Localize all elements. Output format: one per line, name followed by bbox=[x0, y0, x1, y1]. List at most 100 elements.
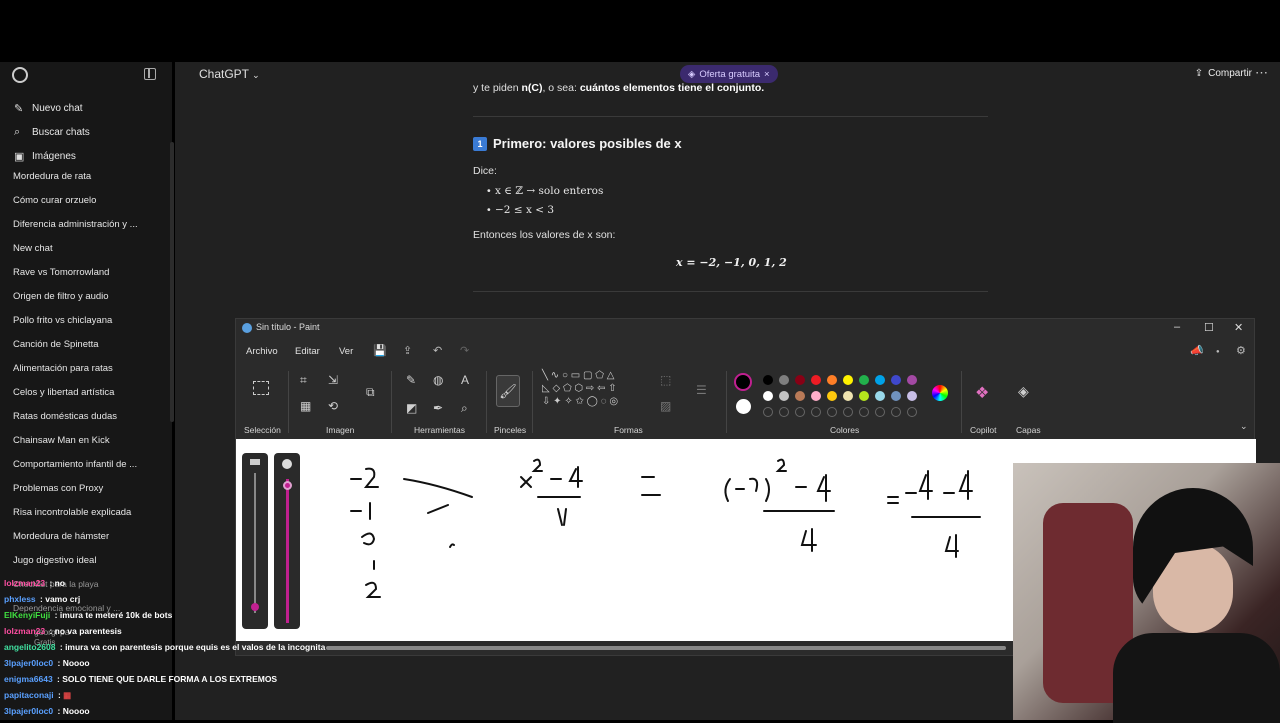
chat-history-item[interactable]: Celos y libertad artística bbox=[13, 387, 168, 398]
color-picker-icon[interactable]: ✒ bbox=[433, 401, 443, 415]
redo-icon[interactable]: ↷ bbox=[460, 344, 469, 357]
copilot-icon[interactable]: ❖ bbox=[975, 383, 989, 403]
color-swatch[interactable] bbox=[907, 375, 917, 385]
pencil-icon[interactable]: ✎ bbox=[406, 373, 416, 387]
crop-icon[interactable]: ⌗ bbox=[300, 373, 307, 388]
chat-history-item[interactable]: Canción de Spinetta bbox=[13, 339, 168, 350]
brush-icon[interactable]: 🖌 bbox=[496, 375, 520, 407]
sidebar-toggle-icon[interactable] bbox=[144, 68, 156, 80]
announce-icon[interactable]: 📣 bbox=[1190, 344, 1204, 357]
color-swatch[interactable] bbox=[827, 391, 837, 401]
color-swatch[interactable] bbox=[827, 375, 837, 385]
outline-icon[interactable]: ⬚ bbox=[660, 373, 671, 387]
chat-username[interactable]: 3lpajer0loc0 bbox=[4, 658, 53, 668]
color-swatch[interactable] bbox=[779, 391, 789, 401]
custom-color-slot[interactable] bbox=[891, 407, 901, 417]
color-swatch[interactable] bbox=[763, 375, 773, 385]
menu-ver[interactable]: Ver bbox=[339, 346, 353, 357]
minimize-icon[interactable]: – bbox=[1174, 321, 1180, 333]
chat-history-item[interactable]: Mordedura de hámster bbox=[13, 531, 168, 542]
color-swatch[interactable] bbox=[891, 391, 901, 401]
sidebar-scrollbar[interactable] bbox=[170, 142, 174, 422]
chat-username[interactable]: papitaconaji bbox=[4, 690, 54, 700]
select-tool-icon[interactable]: ▦ bbox=[300, 399, 311, 413]
chat-history-item[interactable]: Cómo curar orzuelo bbox=[13, 195, 168, 206]
maximize-icon[interactable]: ☐ bbox=[1204, 321, 1214, 334]
rotate-icon[interactable]: ⟲ bbox=[328, 399, 338, 413]
custom-color-slot[interactable] bbox=[875, 407, 885, 417]
chat-username[interactable]: phxless bbox=[4, 594, 36, 604]
chat-history-item[interactable]: Problemas con Proxy bbox=[13, 483, 168, 494]
close-icon[interactable]: ✕ bbox=[1234, 321, 1243, 334]
color-swatch[interactable] bbox=[907, 391, 917, 401]
secondary-color-swatch[interactable] bbox=[736, 399, 751, 414]
chat-history-item[interactable]: Risa incontrolable explicada bbox=[13, 507, 168, 518]
settings-icon[interactable]: ⚙ bbox=[1236, 344, 1246, 357]
custom-color-slot[interactable] bbox=[811, 407, 821, 417]
chat-username[interactable]: angelito2608 bbox=[4, 642, 56, 652]
menu-editar[interactable]: Editar bbox=[295, 346, 320, 357]
chat-history-item[interactable]: Jugo digestivo ideal bbox=[13, 555, 168, 566]
chat-history-item[interactable]: Comportamiento infantil de ... bbox=[13, 459, 168, 470]
chat-history-item[interactable]: Rave vs Tomorrowland bbox=[13, 267, 168, 278]
custom-color-slot[interactable] bbox=[907, 407, 917, 417]
color-swatch[interactable] bbox=[779, 375, 789, 385]
chat-history-item[interactable]: Alimentación para ratas bbox=[13, 363, 168, 374]
chat-history-item[interactable]: Diferencia administración y ... bbox=[13, 219, 168, 230]
selection-icon[interactable] bbox=[253, 381, 269, 395]
share-button[interactable]: ⇪ Compartir bbox=[1195, 68, 1252, 79]
share-icon[interactable]: ⇪ bbox=[403, 344, 412, 357]
model-selector[interactable]: ChatGPT ⌄ bbox=[199, 67, 260, 81]
custom-color-slot[interactable] bbox=[859, 407, 869, 417]
chat-history-item[interactable]: Origen de filtro y audio bbox=[13, 291, 168, 302]
chat-username[interactable]: enigma6643 bbox=[4, 674, 53, 684]
undo-icon[interactable]: ↶ bbox=[433, 344, 442, 357]
color-swatch[interactable] bbox=[859, 391, 869, 401]
custom-color-slot[interactable] bbox=[763, 407, 773, 417]
magnifier-icon[interactable]: ⌕ bbox=[461, 401, 468, 416]
color-swatch[interactable] bbox=[859, 375, 869, 385]
more-options-icon[interactable]: ⋯ bbox=[1255, 65, 1268, 81]
custom-color-slot[interactable] bbox=[843, 407, 853, 417]
layers-icon[interactable]: ◈ bbox=[1018, 383, 1029, 400]
new-chat-button[interactable]: ✎ Nuevo chat bbox=[14, 100, 83, 116]
color-swatch[interactable] bbox=[795, 375, 805, 385]
color-swatch[interactable] bbox=[811, 375, 821, 385]
fill-icon[interactable]: ◍ bbox=[433, 373, 443, 387]
text-icon[interactable]: A bbox=[461, 373, 469, 387]
chat-history-item[interactable]: Pollo frito vs chiclayana bbox=[13, 315, 168, 326]
search-chats-button[interactable]: ⌕ Buscar chats bbox=[14, 124, 90, 140]
color-swatch[interactable] bbox=[891, 375, 901, 385]
chat-history-item[interactable]: Ratas domésticas dudas bbox=[13, 411, 168, 422]
images-button[interactable]: ▣ Imágenes bbox=[14, 148, 76, 164]
color-swatch[interactable] bbox=[875, 391, 885, 401]
color-swatch[interactable] bbox=[843, 375, 853, 385]
image-search-icon[interactable]: ⧉ bbox=[366, 385, 375, 400]
account-icon[interactable]: ● bbox=[1216, 349, 1220, 355]
shape-fill-icon[interactable]: ▨ bbox=[660, 399, 671, 413]
color-wheel-icon[interactable] bbox=[932, 385, 948, 401]
color-swatch[interactable] bbox=[795, 391, 805, 401]
save-icon[interactable]: 💾 bbox=[373, 344, 387, 357]
chat-history-item[interactable]: Chainsaw Man en Kick bbox=[13, 435, 168, 446]
color-swatch[interactable] bbox=[763, 391, 773, 401]
shape-size-icon[interactable]: ☰ bbox=[696, 383, 707, 397]
custom-color-slot[interactable] bbox=[779, 407, 789, 417]
chat-history-item[interactable]: New chat bbox=[13, 243, 168, 254]
chat-username[interactable]: ElKenyiFuji bbox=[4, 610, 50, 620]
chat-username[interactable]: lolzman23 bbox=[4, 626, 45, 636]
color-swatch[interactable] bbox=[843, 391, 853, 401]
custom-color-slot[interactable] bbox=[827, 407, 837, 417]
chevron-down-icon[interactable]: ⌄ bbox=[1240, 421, 1248, 432]
resize-icon[interactable]: ⇲ bbox=[328, 373, 338, 387]
chat-history-item[interactable]: Mordedura de rata bbox=[13, 171, 168, 182]
menu-archivo[interactable]: Archivo bbox=[246, 346, 278, 357]
custom-color-slot[interactable] bbox=[795, 407, 805, 417]
primary-color-swatch[interactable] bbox=[734, 373, 752, 391]
chat-username[interactable]: 3lpajer0loc0 bbox=[4, 706, 53, 716]
openai-logo-icon[interactable] bbox=[12, 67, 28, 83]
chat-username[interactable]: lolzman23 bbox=[4, 578, 45, 588]
color-swatch[interactable] bbox=[875, 375, 885, 385]
shapes-gallery-icon[interactable]: ╲ ∿ ○ ▭ ▢ ⬠ △ ◺ ◇ ⬠ ⬡ ⇨ ⇦ ⇧ ⇩ ✦ ✧ ✩ ◯ ◌ ◎ bbox=[542, 369, 652, 408]
color-swatch[interactable] bbox=[811, 391, 821, 401]
